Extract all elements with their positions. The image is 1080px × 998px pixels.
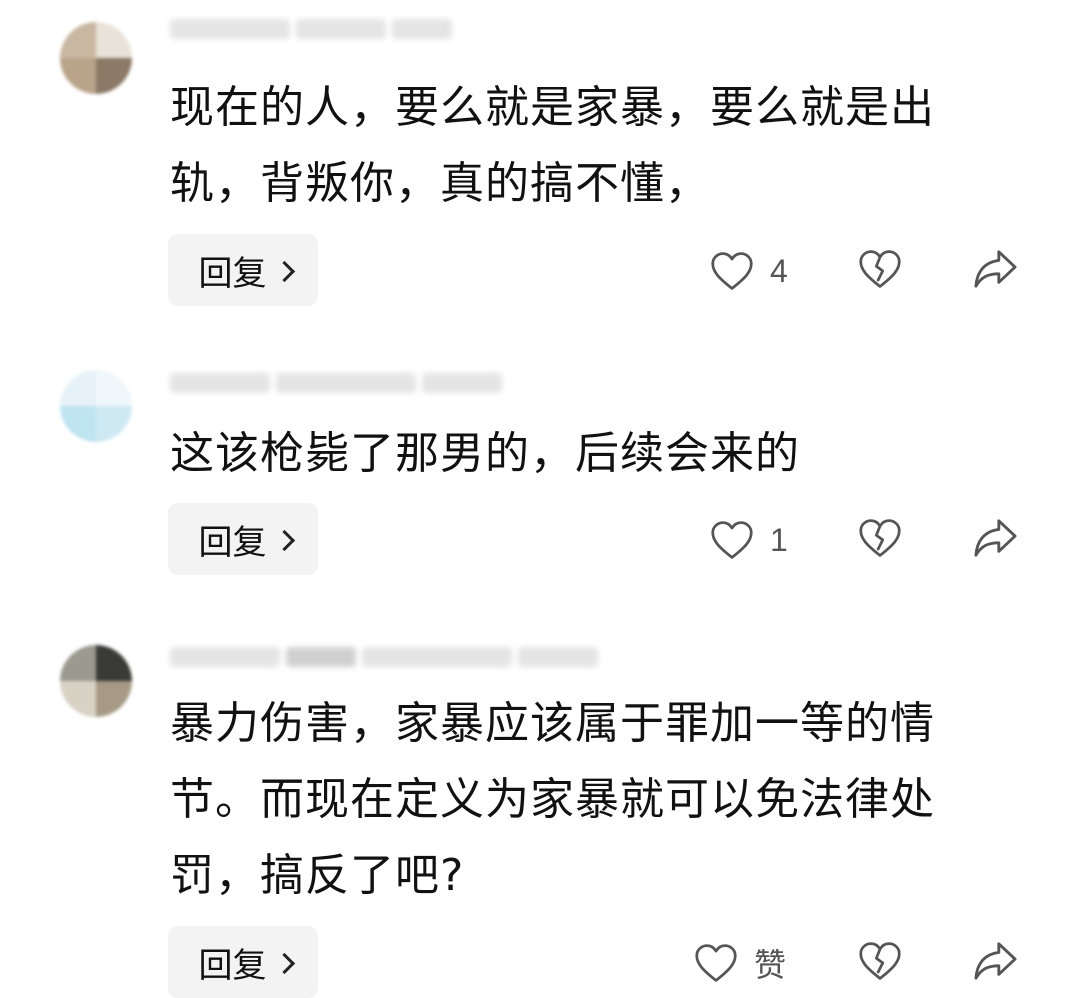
dislike-button[interactable] [858,940,902,986]
dislike-button[interactable] [858,248,902,294]
reply-label: 回复 [198,253,267,294]
share-button[interactable] [972,940,1018,986]
avatar[interactable] [60,645,132,717]
share-arrow-icon [974,250,1017,288]
chevron-right-icon [273,952,295,974]
comment-actions: 4 [700,234,1040,306]
like-count: 4 [770,252,788,289]
reply-button[interactable]: 回复 [168,503,318,575]
heart-outline-icon [695,944,737,982]
heart-outline-icon [711,252,753,290]
like-button[interactable]: 赞 [694,940,786,986]
like-count: 1 [770,521,788,558]
share-button[interactable] [972,517,1018,563]
broken-heart-icon [859,519,901,557]
comment-text: 现在的人，要么就是家暴，要么就是出轨，背叛你，真的搞不懂， [170,82,935,209]
avatar[interactable] [60,22,132,94]
reply-label: 回复 [198,522,267,563]
reply-label: 回复 [198,945,267,986]
share-button[interactable] [972,248,1018,294]
reply-button[interactable]: 回复 [168,926,318,998]
username-blurred[interactable] [170,646,604,672]
heart-outline-icon [711,521,753,559]
username-blurred[interactable] [170,18,458,44]
like-button[interactable]: 4 [710,248,788,294]
reply-button[interactable]: 回复 [168,234,318,306]
dislike-button[interactable] [858,517,902,563]
share-arrow-icon [974,519,1017,557]
broken-heart-icon [859,250,901,288]
comment-actions: 1 [700,503,1040,575]
like-count: 赞 [754,947,787,983]
avatar[interactable] [60,370,132,442]
comment-text: 暴力伤害，家暴应该属于罪加一等的情节。而现在定义为家暴就可以免法律处罚，搞反了吧… [170,698,935,901]
like-button[interactable]: 1 [710,517,788,563]
username-blurred[interactable] [170,372,508,398]
comment-text: 这该枪毙了那男的，后续会来的 [170,428,800,479]
chevron-right-icon [273,260,295,282]
chevron-right-icon [273,529,295,551]
comment-actions: 赞 [695,926,1040,998]
